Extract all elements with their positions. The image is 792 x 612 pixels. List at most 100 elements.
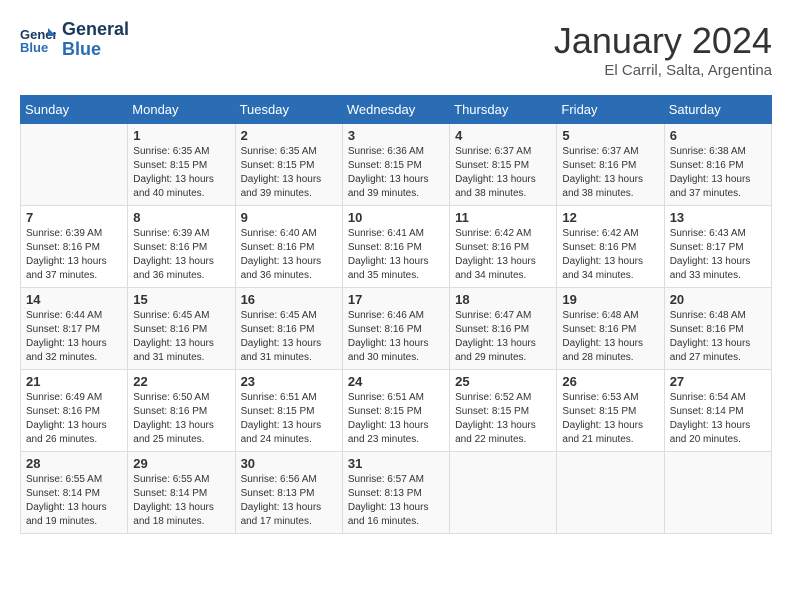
sunrise-text: Sunrise: 6:43 AM bbox=[670, 228, 746, 239]
day-number: 20 bbox=[670, 292, 766, 307]
day-info: Sunrise: 6:47 AM Sunset: 8:16 PM Dayligh… bbox=[455, 309, 551, 365]
calendar-cell: 28 Sunrise: 6:55 AM Sunset: 8:14 PM Dayl… bbox=[21, 452, 128, 534]
day-number: 2 bbox=[241, 128, 337, 143]
calendar-cell: 8 Sunrise: 6:39 AM Sunset: 8:16 PM Dayli… bbox=[128, 206, 235, 288]
day-number: 1 bbox=[133, 128, 229, 143]
sunrise-text: Sunrise: 6:40 AM bbox=[241, 228, 317, 239]
day-info: Sunrise: 6:49 AM Sunset: 8:16 PM Dayligh… bbox=[26, 391, 122, 447]
weekday-header-monday: Monday bbox=[128, 96, 235, 124]
calendar-cell: 19 Sunrise: 6:48 AM Sunset: 8:16 PM Dayl… bbox=[557, 288, 664, 370]
daylight-text: Daylight: 13 hours and 26 minutes. bbox=[26, 420, 107, 445]
sunrise-text: Sunrise: 6:36 AM bbox=[348, 146, 424, 157]
sunset-text: Sunset: 8:14 PM bbox=[133, 488, 207, 499]
logo: General Blue General Blue bbox=[20, 20, 129, 60]
sunrise-text: Sunrise: 6:55 AM bbox=[26, 474, 102, 485]
day-number: 6 bbox=[670, 128, 766, 143]
sunset-text: Sunset: 8:15 PM bbox=[455, 160, 529, 171]
weekday-header-sunday: Sunday bbox=[21, 96, 128, 124]
calendar-cell: 16 Sunrise: 6:45 AM Sunset: 8:16 PM Dayl… bbox=[235, 288, 342, 370]
day-number: 14 bbox=[26, 292, 122, 307]
daylight-text: Daylight: 13 hours and 36 minutes. bbox=[133, 256, 214, 281]
day-number: 28 bbox=[26, 456, 122, 471]
weekday-header-saturday: Saturday bbox=[664, 96, 771, 124]
calendar-cell: 5 Sunrise: 6:37 AM Sunset: 8:16 PM Dayli… bbox=[557, 124, 664, 206]
day-number: 8 bbox=[133, 210, 229, 225]
day-info: Sunrise: 6:54 AM Sunset: 8:14 PM Dayligh… bbox=[670, 391, 766, 447]
sunset-text: Sunset: 8:15 PM bbox=[241, 160, 315, 171]
calendar-cell bbox=[557, 452, 664, 534]
sunset-text: Sunset: 8:16 PM bbox=[241, 324, 315, 335]
sunrise-text: Sunrise: 6:46 AM bbox=[348, 310, 424, 321]
calendar-cell: 9 Sunrise: 6:40 AM Sunset: 8:16 PM Dayli… bbox=[235, 206, 342, 288]
sunrise-text: Sunrise: 6:35 AM bbox=[133, 146, 209, 157]
daylight-text: Daylight: 13 hours and 28 minutes. bbox=[562, 338, 643, 363]
day-info: Sunrise: 6:39 AM Sunset: 8:16 PM Dayligh… bbox=[133, 227, 229, 283]
calendar-week-row: 21 Sunrise: 6:49 AM Sunset: 8:16 PM Dayl… bbox=[21, 370, 772, 452]
sunrise-text: Sunrise: 6:55 AM bbox=[133, 474, 209, 485]
day-info: Sunrise: 6:50 AM Sunset: 8:16 PM Dayligh… bbox=[133, 391, 229, 447]
sunrise-text: Sunrise: 6:38 AM bbox=[670, 146, 746, 157]
day-number: 22 bbox=[133, 374, 229, 389]
daylight-text: Daylight: 13 hours and 39 minutes. bbox=[348, 174, 429, 199]
sunrise-text: Sunrise: 6:50 AM bbox=[133, 392, 209, 403]
sunrise-text: Sunrise: 6:48 AM bbox=[670, 310, 746, 321]
calendar-cell: 4 Sunrise: 6:37 AM Sunset: 8:15 PM Dayli… bbox=[450, 124, 557, 206]
daylight-text: Daylight: 13 hours and 34 minutes. bbox=[455, 256, 536, 281]
calendar-cell: 13 Sunrise: 6:43 AM Sunset: 8:17 PM Dayl… bbox=[664, 206, 771, 288]
calendar-table: SundayMondayTuesdayWednesdayThursdayFrid… bbox=[20, 95, 772, 534]
weekday-header-tuesday: Tuesday bbox=[235, 96, 342, 124]
day-number: 27 bbox=[670, 374, 766, 389]
sunrise-text: Sunrise: 6:56 AM bbox=[241, 474, 317, 485]
calendar-cell: 18 Sunrise: 6:47 AM Sunset: 8:16 PM Dayl… bbox=[450, 288, 557, 370]
day-number: 11 bbox=[455, 210, 551, 225]
calendar-cell: 30 Sunrise: 6:56 AM Sunset: 8:13 PM Dayl… bbox=[235, 452, 342, 534]
daylight-text: Daylight: 13 hours and 34 minutes. bbox=[562, 256, 643, 281]
day-info: Sunrise: 6:36 AM Sunset: 8:15 PM Dayligh… bbox=[348, 145, 444, 201]
day-number: 13 bbox=[670, 210, 766, 225]
sunset-text: Sunset: 8:16 PM bbox=[26, 406, 100, 417]
calendar-cell bbox=[21, 124, 128, 206]
sunset-text: Sunset: 8:17 PM bbox=[26, 324, 100, 335]
daylight-text: Daylight: 13 hours and 25 minutes. bbox=[133, 420, 214, 445]
sunset-text: Sunset: 8:16 PM bbox=[133, 242, 207, 253]
day-number: 21 bbox=[26, 374, 122, 389]
daylight-text: Daylight: 13 hours and 27 minutes. bbox=[670, 338, 751, 363]
sunset-text: Sunset: 8:15 PM bbox=[133, 160, 207, 171]
logo-text: General Blue bbox=[62, 20, 129, 60]
calendar-cell: 2 Sunrise: 6:35 AM Sunset: 8:15 PM Dayli… bbox=[235, 124, 342, 206]
calendar-cell: 17 Sunrise: 6:46 AM Sunset: 8:16 PM Dayl… bbox=[342, 288, 449, 370]
sunrise-text: Sunrise: 6:41 AM bbox=[348, 228, 424, 239]
day-info: Sunrise: 6:38 AM Sunset: 8:16 PM Dayligh… bbox=[670, 145, 766, 201]
sunset-text: Sunset: 8:16 PM bbox=[241, 242, 315, 253]
day-number: 17 bbox=[348, 292, 444, 307]
day-info: Sunrise: 6:55 AM Sunset: 8:14 PM Dayligh… bbox=[26, 473, 122, 529]
sunrise-text: Sunrise: 6:52 AM bbox=[455, 392, 531, 403]
sunset-text: Sunset: 8:15 PM bbox=[455, 406, 529, 417]
sunset-text: Sunset: 8:15 PM bbox=[241, 406, 315, 417]
calendar-cell: 15 Sunrise: 6:45 AM Sunset: 8:16 PM Dayl… bbox=[128, 288, 235, 370]
calendar-cell: 27 Sunrise: 6:54 AM Sunset: 8:14 PM Dayl… bbox=[664, 370, 771, 452]
calendar-cell: 1 Sunrise: 6:35 AM Sunset: 8:15 PM Dayli… bbox=[128, 124, 235, 206]
calendar-week-row: 14 Sunrise: 6:44 AM Sunset: 8:17 PM Dayl… bbox=[21, 288, 772, 370]
day-info: Sunrise: 6:41 AM Sunset: 8:16 PM Dayligh… bbox=[348, 227, 444, 283]
sunrise-text: Sunrise: 6:45 AM bbox=[133, 310, 209, 321]
sunset-text: Sunset: 8:16 PM bbox=[348, 324, 422, 335]
sunset-text: Sunset: 8:16 PM bbox=[455, 242, 529, 253]
day-info: Sunrise: 6:45 AM Sunset: 8:16 PM Dayligh… bbox=[133, 309, 229, 365]
daylight-text: Daylight: 13 hours and 38 minutes. bbox=[562, 174, 643, 199]
weekday-header-thursday: Thursday bbox=[450, 96, 557, 124]
daylight-text: Daylight: 13 hours and 36 minutes. bbox=[241, 256, 322, 281]
day-info: Sunrise: 6:37 AM Sunset: 8:15 PM Dayligh… bbox=[455, 145, 551, 201]
day-number: 9 bbox=[241, 210, 337, 225]
day-info: Sunrise: 6:35 AM Sunset: 8:15 PM Dayligh… bbox=[133, 145, 229, 201]
daylight-text: Daylight: 13 hours and 22 minutes. bbox=[455, 420, 536, 445]
daylight-text: Daylight: 13 hours and 21 minutes. bbox=[562, 420, 643, 445]
day-info: Sunrise: 6:43 AM Sunset: 8:17 PM Dayligh… bbox=[670, 227, 766, 283]
weekday-header-row: SundayMondayTuesdayWednesdayThursdayFrid… bbox=[21, 96, 772, 124]
day-info: Sunrise: 6:46 AM Sunset: 8:16 PM Dayligh… bbox=[348, 309, 444, 365]
day-number: 12 bbox=[562, 210, 658, 225]
weekday-header-friday: Friday bbox=[557, 96, 664, 124]
location-title: El Carril, Salta, Argentina bbox=[554, 62, 772, 79]
title-area: January 2024 El Carril, Salta, Argentina bbox=[554, 20, 772, 79]
sunrise-text: Sunrise: 6:51 AM bbox=[348, 392, 424, 403]
